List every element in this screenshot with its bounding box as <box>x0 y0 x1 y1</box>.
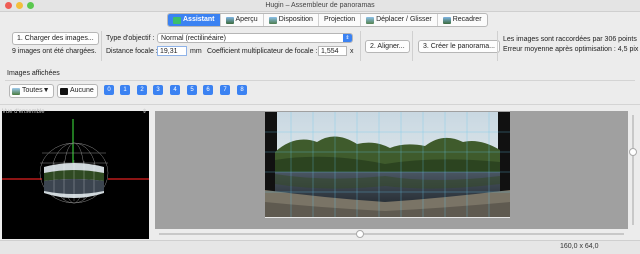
image-toggle-6[interactable]: 6 <box>203 85 213 95</box>
divider <box>265 217 510 218</box>
horizontal-slider-thumb[interactable] <box>356 230 364 238</box>
divider <box>360 31 361 61</box>
divider <box>0 104 640 105</box>
focal-length-unit: mm <box>190 48 202 55</box>
slider-track <box>632 115 634 225</box>
image-icon <box>12 87 20 95</box>
zoom-window-button[interactable] <box>27 2 34 9</box>
status-bar: 160,0 x 64,0 <box>0 240 640 254</box>
window-title: Hugin – Assembleur de panoramas <box>265 2 375 9</box>
black-square-icon <box>60 87 68 95</box>
image-toggle-7[interactable]: 7 <box>220 85 230 95</box>
preview-icon <box>225 16 234 24</box>
slider-track <box>159 233 624 235</box>
move-icon <box>366 16 375 24</box>
minimize-window-button[interactable] <box>16 2 23 9</box>
crop-factor-label: Coefficient multiplicateur de focale : <box>207 48 318 55</box>
canvas-dimensions: 160,0 x 64,0 <box>560 243 599 250</box>
show-none-button[interactable]: Aucune <box>57 84 98 98</box>
tab-disposition[interactable]: Disposition <box>264 14 319 26</box>
image-toggle-8[interactable]: 8 <box>237 85 247 95</box>
close-window-button[interactable] <box>5 2 12 9</box>
chevron-updown-icon: ⇕ <box>343 34 352 42</box>
window-controls <box>5 2 34 9</box>
panosphere-view[interactable] <box>2 111 149 239</box>
overview-panel[interactable] <box>2 111 149 239</box>
divider <box>5 80 635 81</box>
crop-factor-field[interactable]: 1,554 <box>318 46 347 56</box>
divider <box>412 31 413 61</box>
image-toggle-4[interactable]: 4 <box>170 85 180 95</box>
displayed-images-label: Images affichées <box>7 70 60 77</box>
load-images-button[interactable]: 1. Charger des images... <box>12 32 99 45</box>
panel-options-icon[interactable]: ⇕ <box>142 109 148 115</box>
title-bar: Hugin – Assembleur de panoramas <box>0 0 640 12</box>
image-toggle-1[interactable]: 1 <box>120 85 130 95</box>
align-button[interactable]: 2. Aligner... <box>365 40 410 53</box>
overview-label: Vue d'ensemble <box>2 109 45 115</box>
horizontal-slider[interactable] <box>155 229 628 239</box>
wizard-icon <box>173 16 181 24</box>
image-toggle-5[interactable]: 5 <box>187 85 197 95</box>
tab-apercu[interactable]: Aperçu <box>221 14 264 26</box>
image-toggle-2[interactable]: 2 <box>137 85 147 95</box>
create-panorama-button[interactable]: 3. Créer le panorama... <box>418 40 500 53</box>
panorama-image[interactable] <box>265 112 510 217</box>
tab-assistant[interactable]: Assistant <box>168 14 221 26</box>
tab-recadrer[interactable]: Recadrer <box>438 14 487 26</box>
focal-length-label: Distance focale : <box>106 48 158 55</box>
crop-factor-unit: x <box>350 48 354 55</box>
panorama-preview <box>265 112 510 217</box>
optimization-error-status: Erreur moyenne après optimisation : 4,5 … <box>503 46 639 53</box>
divider <box>497 31 498 61</box>
tab-deplacer-glisser[interactable]: Déplacer / Glisser <box>361 14 438 26</box>
layout-icon <box>268 16 277 24</box>
crop-icon <box>442 16 451 24</box>
images-loaded-text: 9 images ont été chargées. <box>12 48 97 55</box>
image-toggle-3[interactable]: 3 <box>153 85 163 95</box>
tab-projection[interactable]: Projection <box>319 14 362 26</box>
focal-length-field[interactable]: 19,31 <box>157 46 187 56</box>
lens-type-select[interactable]: Normal (rectilinéaire) ⇕ <box>157 33 353 43</box>
image-toggle-0[interactable]: 0 <box>104 85 114 95</box>
lens-type-label: Type d'objectif : <box>106 35 155 42</box>
show-all-button[interactable]: Toutes▼ <box>9 84 54 98</box>
control-points-status: Les images sont raccordées par 306 point… <box>503 36 637 43</box>
tab-bar: Assistant Aperçu Disposition Projection … <box>167 13 488 27</box>
vertical-slider[interactable] <box>628 111 638 230</box>
divider <box>101 31 102 61</box>
vertical-slider-thumb[interactable] <box>629 148 637 156</box>
